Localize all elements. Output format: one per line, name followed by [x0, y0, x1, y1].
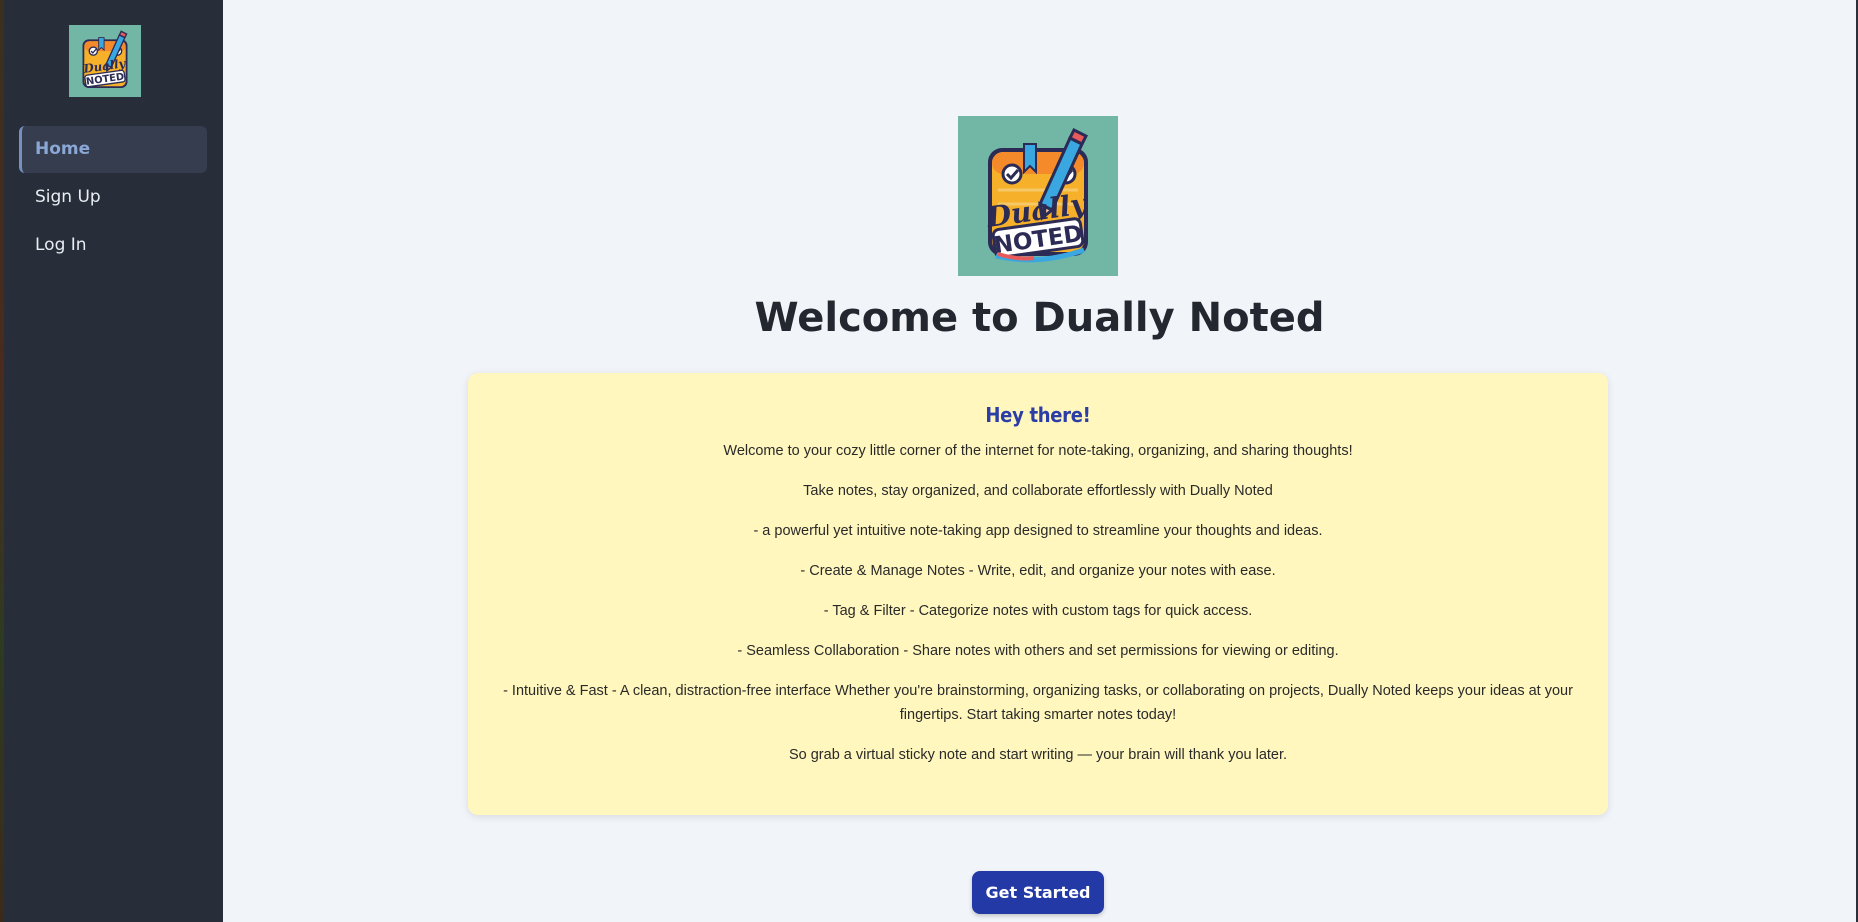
- card-paragraph: - Intuitive & Fast - A clean, distractio…: [503, 683, 1573, 723]
- sidebar: Dually NOTED Home Sign Up Log In: [0, 0, 223, 922]
- hero-logo: Dually NOTED: [958, 116, 1118, 276]
- sidebar-edge-decoration: [0, 0, 4, 922]
- card-paragraph: So grab a virtual sticky note and start …: [788, 747, 1288, 763]
- logo-icon: Dually NOTED: [958, 116, 1118, 276]
- get-started-button[interactable]: Get Started: [972, 871, 1104, 914]
- sidebar-item-sign-up[interactable]: Sign Up: [19, 174, 207, 221]
- card-paragraph: - a powerful yet intuitive note-taking a…: [753, 523, 1323, 539]
- card-paragraph: - Tag & Filter - Categorize notes with c…: [823, 603, 1253, 619]
- main-content: Dually NOTED Welcome to Dually Noted Hey…: [223, 0, 1856, 922]
- card-paragraph: Take notes, stay organized, and collabor…: [803, 483, 1273, 499]
- sidebar-item-home[interactable]: Home: [19, 126, 207, 173]
- card-paragraph: - Seamless Collaboration - Share notes w…: [737, 643, 1339, 659]
- welcome-card: Hey there! Welcome to your cozy little c…: [468, 373, 1608, 815]
- page-title: Welcome to Dually Noted: [754, 295, 1325, 341]
- sidebar-nav: Home Sign Up Log In: [19, 126, 207, 270]
- card-paragraph: - Create & Manage Notes - Write, edit, a…: [800, 563, 1276, 579]
- logo-icon: Dually NOTED: [69, 25, 141, 97]
- card-paragraph: Welcome to your cozy little corner of th…: [723, 443, 1353, 459]
- sidebar-item-log-in[interactable]: Log In: [19, 222, 207, 269]
- sidebar-logo[interactable]: Dually NOTED: [69, 25, 141, 97]
- card-heading: Hey there!: [985, 403, 1091, 427]
